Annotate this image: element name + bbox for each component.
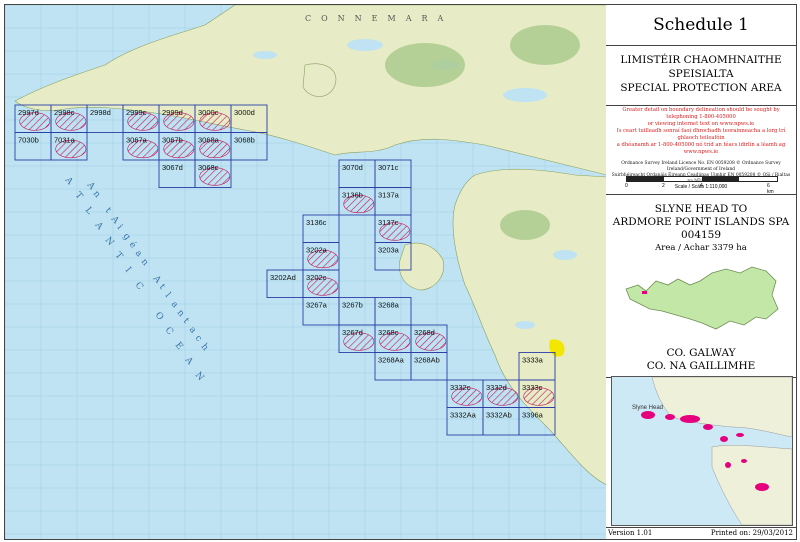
map-canvas[interactable]: CONNEMARA ATLANTICOCEANAntAigéanAtlantac… — [5, 5, 607, 539]
scale-bar: 0 2 4 6 km — [625, 176, 778, 195]
county-section: CO. GALWAY CO. NA GAILLIMHE — [606, 347, 796, 373]
sheet-label: 3333c — [522, 383, 543, 392]
sheet-label: 3332Ab — [486, 411, 512, 420]
scale-segment — [627, 177, 664, 181]
printed-date: Printed on: 29/03/2012 — [710, 529, 793, 537]
sheet-label: 3268Ab — [414, 356, 440, 365]
sheet-label: 3203a — [378, 246, 400, 255]
region-label: CONNEMARA — [305, 14, 453, 23]
sheet-label: 7030b — [18, 136, 39, 145]
inset-location-map[interactable]: Slyne Head — [611, 376, 793, 526]
sheet-label: 3268Aa — [378, 356, 405, 365]
designation-section: LIMISTÉIR CHAOMHNAITHE SPEISIALTA SPECIA… — [606, 45, 796, 106]
sheet-label: 3332c — [450, 383, 471, 392]
sheet-label: 3070d — [342, 163, 363, 172]
sheet-label: 3202c — [306, 273, 327, 282]
site-name-line-2: ARDMORE POINT ISLANDS SPA — [612, 216, 790, 228]
disclaimer-red-2[interactable]: or viewing internet text on www.npws.ie — [610, 121, 792, 128]
title-section: Schedule 1 — [606, 5, 796, 46]
disclaimer-red-4[interactable]: a dhéanamh ar 1-800-405000 nó tríd an té… — [610, 142, 792, 156]
sheet-label: 3396a — [522, 411, 544, 420]
sheet-label: 3000c — [198, 108, 219, 117]
sheet-label: 3268d — [414, 328, 435, 337]
sheet-label: 3067b — [162, 136, 183, 145]
schedule-title: Schedule 1 — [653, 15, 749, 35]
county-shape — [625, 266, 779, 330]
sheet-label: 3333a — [522, 356, 544, 365]
sheet-label: 3202Ad — [270, 273, 296, 282]
sheet-label: 2998d — [90, 108, 111, 117]
designation-irish-line-1: LIMISTÉIR CHAOMHNAITHE — [620, 54, 782, 66]
spa-location-marker — [642, 291, 647, 294]
sheet-label: 3137c — [378, 218, 399, 227]
legend-panel: Schedule 1 LIMISTÉIR CHAOMHNAITHE SPEISI… — [606, 4, 797, 540]
disclaimer-red-1: Greater detail on boundary delineation s… — [622, 107, 780, 120]
designation-irish-line-2: SPEISIALTA — [668, 68, 734, 80]
sheet-label: 3068b — [234, 136, 255, 145]
disclaimer-red-3: Is ceart tuilleadh sonraí faoi dhrochadh… — [616, 128, 786, 141]
sheet-label: 3000d — [234, 108, 255, 117]
sheet-label: 3267b — [342, 301, 363, 310]
sheet-label: 2997d — [18, 108, 39, 117]
sheet-label: 3136b — [342, 191, 363, 200]
sheet-label: 3068c — [198, 163, 219, 172]
inset-label-slyne-head: Slyne Head — [632, 405, 663, 411]
sheet-label: 3067a — [126, 136, 148, 145]
sheet-label: 3267d — [342, 328, 363, 337]
island-north — [302, 63, 337, 97]
scale-label: Scale / Scála 1:110,000 — [674, 184, 728, 190]
sheet-label: 3136c — [306, 218, 327, 227]
scale-section: 0 2 4 6 km Scale / Scála 1:110,000 — [606, 160, 796, 195]
sheet-label: 3068a — [198, 136, 220, 145]
sheet-label: 3071c — [378, 163, 399, 172]
designation-english: SPECIAL PROTECTION AREA — [620, 82, 782, 94]
sheet-label: 3268c — [378, 328, 399, 337]
county-outline-map — [625, 266, 779, 330]
site-code: 004159 — [680, 229, 722, 241]
inset-map-canvas: Slyne Head — [612, 377, 792, 525]
sheet-label: 3067d — [162, 163, 183, 172]
version-label: Version 1.01 — [608, 529, 653, 537]
sheet-label: 3202a — [306, 246, 328, 255]
sheet-label: 2998c — [54, 108, 75, 117]
sheet-label: 7031a — [54, 136, 76, 145]
county-irish: CO. NA GAILLIMHE — [646, 360, 756, 372]
scale-segment — [702, 177, 739, 181]
sheet-label: 3267a — [306, 301, 328, 310]
county-english: CO. GALWAY — [666, 347, 736, 359]
sheet-label: 2999c — [126, 108, 147, 117]
footer: Version 1.01 Printed on: 29/03/2012 — [606, 527, 796, 540]
sheet-label: 2999d — [162, 108, 183, 117]
site-name-line-1: SLYNE HEAD TO — [654, 203, 748, 215]
sheet-label: 3137a — [378, 191, 400, 200]
sheet-label: 3268a — [378, 301, 400, 310]
sheet-label: 3332Aa — [450, 411, 477, 420]
sheet-label: 3332d — [486, 383, 507, 392]
site-area: Area / Achar 3379 ha — [655, 243, 747, 253]
site-map[interactable]: CONNEMARA ATLANTICOCEANAntAigéanAtlantac… — [4, 4, 608, 540]
